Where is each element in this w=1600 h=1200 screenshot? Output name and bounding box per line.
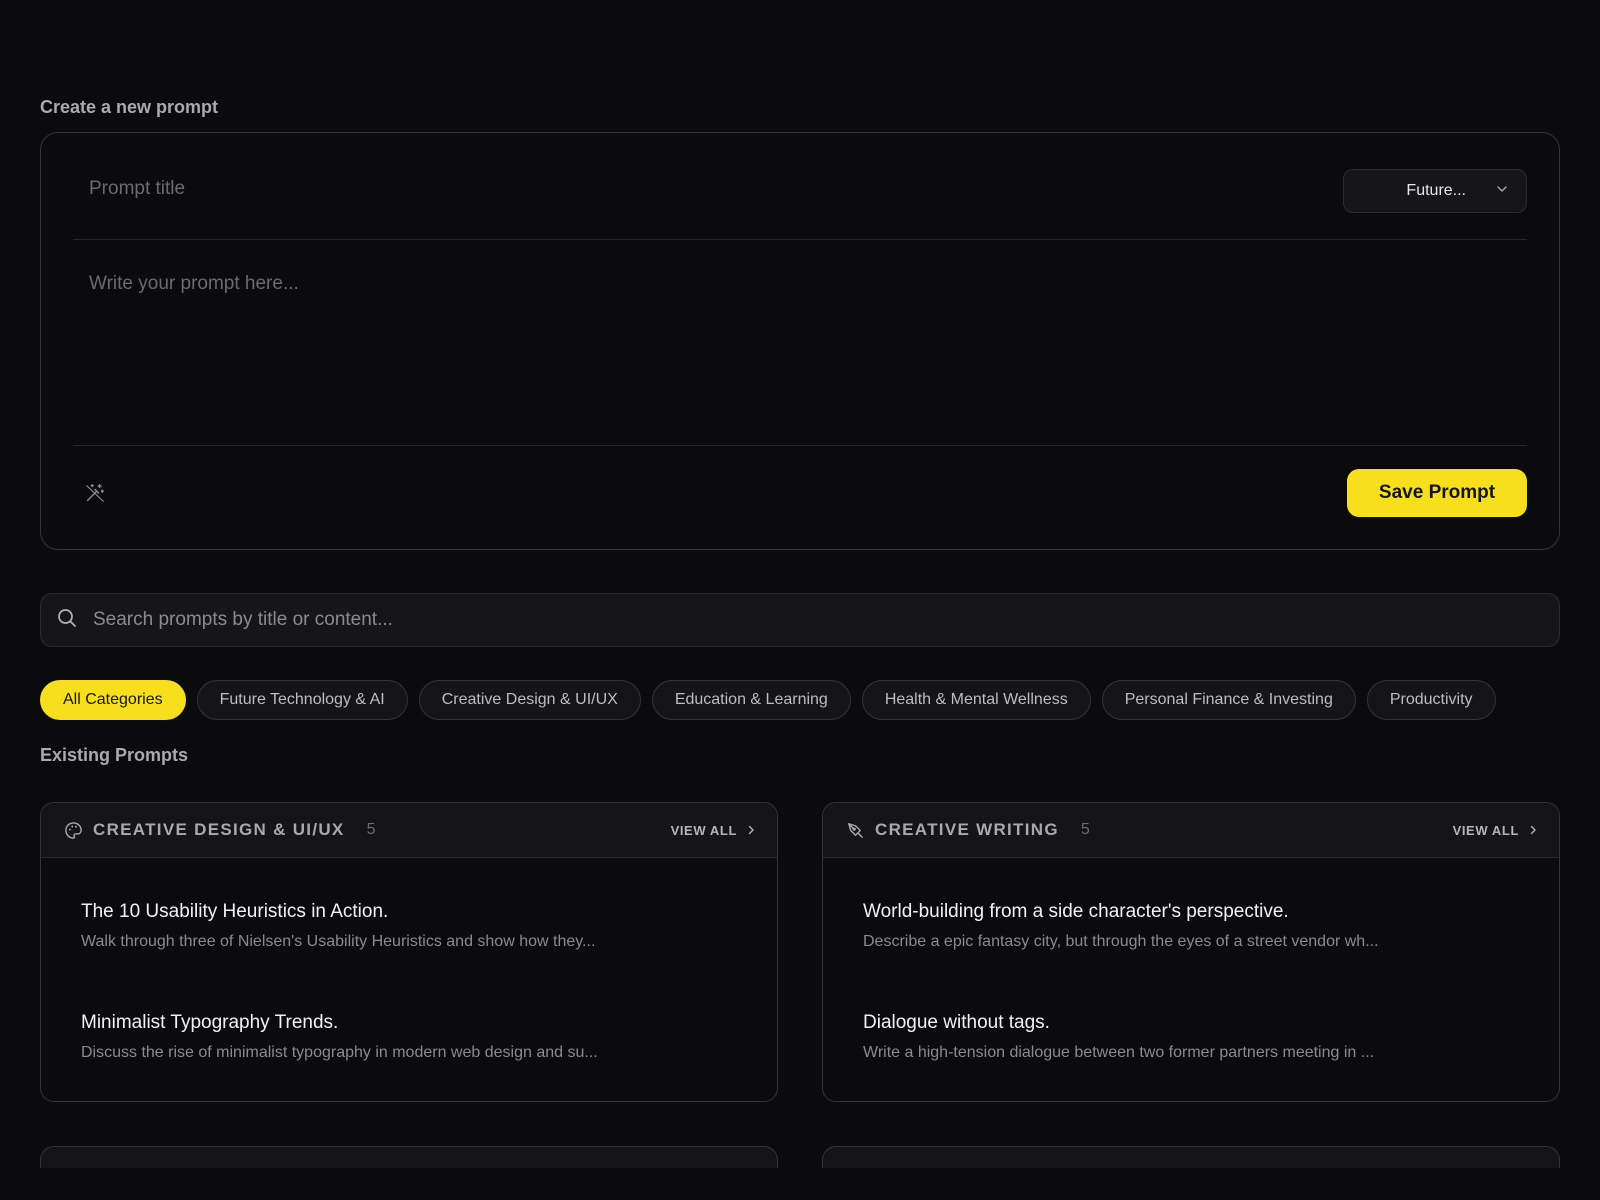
prompt-item[interactable]: World-building from a side character's p… (863, 901, 1523, 951)
content-divider (73, 445, 1527, 446)
chip-future-technology-ai[interactable]: Future Technology & AI (196, 680, 408, 720)
prompt-item-description: Write a high-tension dialogue between tw… (863, 1044, 1375, 1061)
category-card-header: CREATIVE DESIGN & UI/UX 5 VIEW ALL (41, 803, 777, 858)
chip-personal-finance-investing[interactable]: Personal Finance & Investing (1101, 680, 1356, 720)
palette-icon (63, 820, 83, 840)
category-card-creative-design: CREATIVE DESIGN & UI/UX 5 VIEW ALL The 1… (40, 802, 778, 1102)
bottom-edge (0, 1168, 1600, 1200)
chip-all-categories[interactable]: All Categories (40, 680, 186, 720)
chevron-right-icon (747, 823, 755, 838)
category-count: 5 (366, 821, 376, 838)
category-name: CREATIVE DESIGN & UI/UX (93, 820, 345, 839)
create-prompt-card: Future... Save Prompt (40, 132, 1560, 550)
search-input[interactable] (93, 605, 1493, 635)
prompt-content-textarea[interactable] (89, 273, 1509, 423)
search-bar (40, 593, 1560, 647)
search-icon (57, 608, 77, 633)
category-name: CREATIVE WRITING (875, 820, 1059, 839)
prompt-item-title: The 10 Usability Heuristics in Action. (81, 901, 389, 922)
prompt-title-input[interactable] (89, 175, 1239, 203)
category-card-creative-writing: CREATIVE WRITING 5 VIEW ALL World-buildi… (822, 802, 1560, 1102)
pen-nib-icon (845, 820, 865, 840)
chip-productivity[interactable]: Productivity (1366, 680, 1496, 720)
prompt-item-description: Walk through three of Nielsen's Usabilit… (81, 933, 596, 950)
prompt-item[interactable]: Dialogue without tags. Write a high-tens… (863, 1012, 1523, 1062)
chip-health-mental-wellness[interactable]: Health & Mental Wellness (861, 680, 1091, 720)
view-all-link[interactable]: VIEW ALL (1453, 823, 1537, 838)
category-select[interactable]: Future... (1343, 169, 1527, 213)
create-section-title: Create a new prompt (40, 97, 219, 117)
chip-education-learning[interactable]: Education & Learning (651, 680, 851, 720)
prompt-item[interactable]: Minimalist Typography Trends. Discuss th… (81, 1012, 741, 1062)
category-select-value: Future... (1406, 182, 1466, 199)
category-filter-chips: All Categories Future Technology & AI Cr… (40, 680, 1560, 720)
prompt-item-description: Discuss the rise of minimalist typograph… (81, 1044, 598, 1061)
prompt-item-title: Minimalist Typography Trends. (81, 1012, 339, 1033)
prompt-item-title: Dialogue without tags. (863, 1012, 1050, 1033)
prompt-manager-page: Create a new prompt Future... Save Promp… (0, 0, 1600, 1200)
magic-wand-icon[interactable] (83, 481, 107, 505)
category-card-header: CREATIVE WRITING 5 VIEW ALL (823, 803, 1559, 858)
existing-prompts-title: Existing Prompts (40, 745, 189, 765)
title-divider (73, 239, 1527, 240)
view-all-label: VIEW ALL (670, 822, 737, 838)
view-all-label: VIEW ALL (1452, 822, 1519, 838)
save-prompt-button[interactable]: Save Prompt (1347, 469, 1527, 517)
prompt-item-title: World-building from a side character's p… (863, 901, 1289, 922)
prompt-item-description: Describe a epic fantasy city, but throug… (863, 933, 1379, 950)
chip-creative-design-uiux[interactable]: Creative Design & UI/UX (418, 680, 641, 720)
prompt-item[interactable]: The 10 Usability Heuristics in Action. W… (81, 901, 741, 951)
category-count: 5 (1080, 821, 1090, 838)
view-all-link[interactable]: VIEW ALL (671, 823, 755, 838)
chevron-down-icon (1496, 182, 1508, 200)
chevron-right-icon (1529, 823, 1537, 838)
